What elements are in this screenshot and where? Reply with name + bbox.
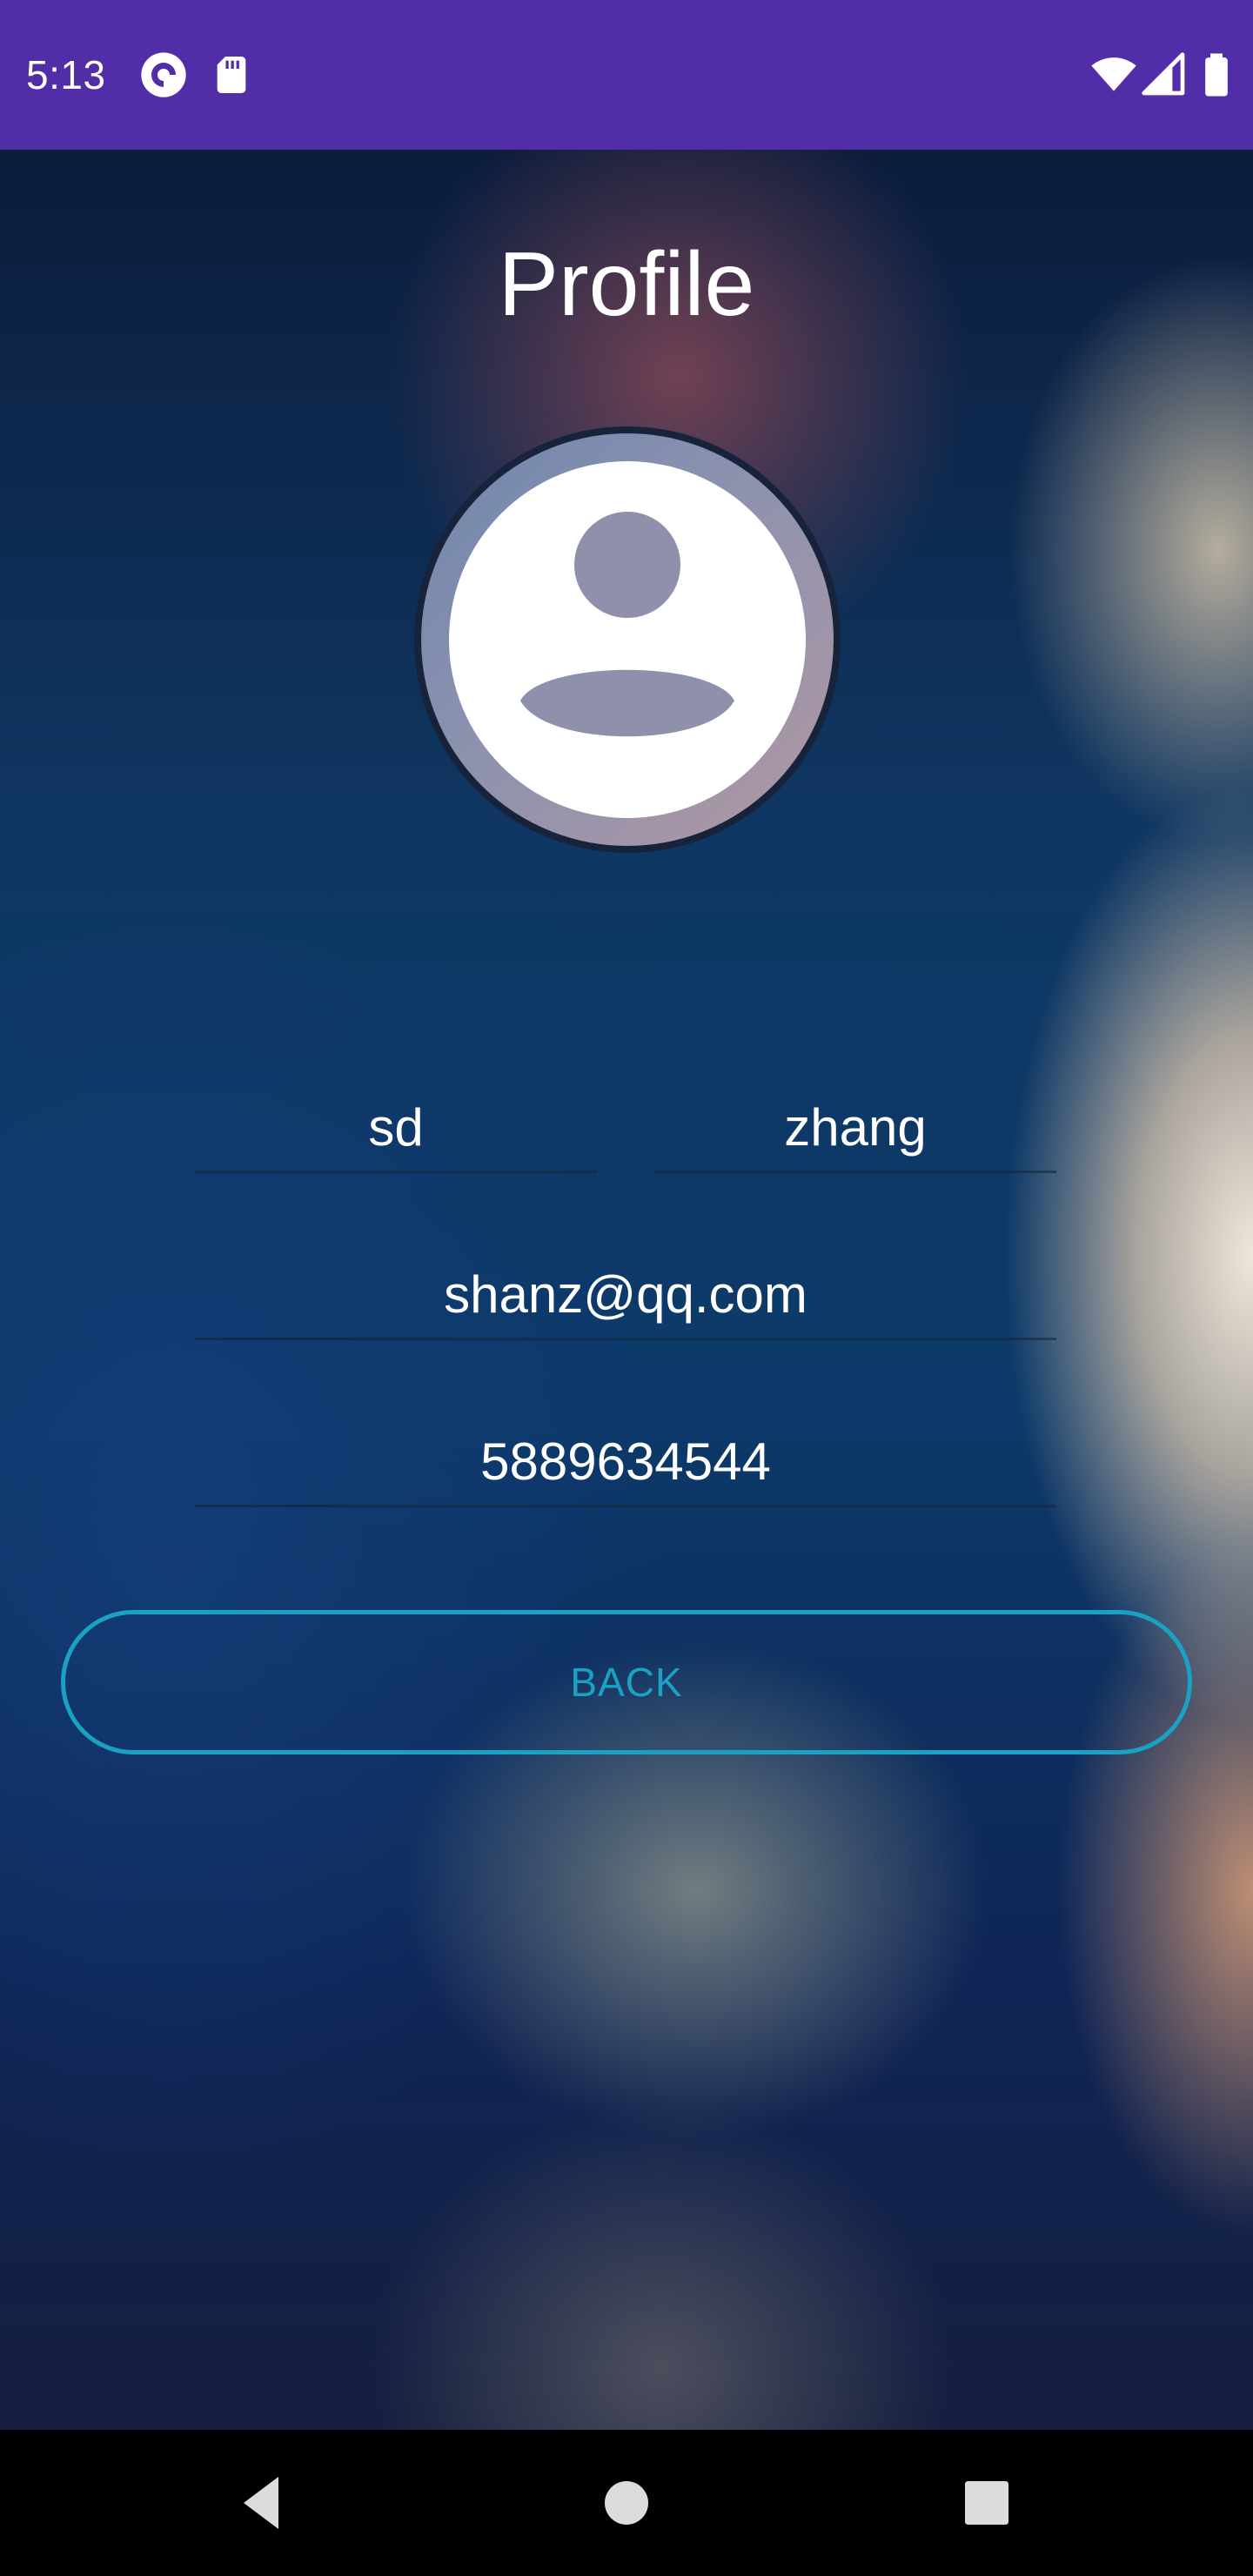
status-bar: 5:13 [0, 0, 1253, 150]
status-time: 5:13 [26, 52, 106, 97]
email-field[interactable]: shanz@qq.com [195, 1260, 1056, 1340]
recents-icon[interactable] [952, 2468, 1022, 2538]
sd-card-icon [207, 50, 256, 99]
navigation-bar [0, 2430, 1253, 2576]
last-name-field[interactable]: zhang [654, 1093, 1056, 1173]
cell-signal-icon [1140, 50, 1189, 99]
pocket-casts-icon [139, 50, 188, 99]
page-title: Profile [498, 234, 755, 335]
phone-field[interactable]: 5889634544 [195, 1427, 1056, 1507]
back-icon[interactable] [226, 2468, 296, 2538]
wifi-icon [1089, 50, 1138, 99]
profile-screen: Profile sd zhang shanz@qq.com 5889634544… [0, 150, 1253, 2430]
account-circle-icon [449, 461, 806, 818]
battery-icon [1192, 50, 1241, 99]
back-button[interactable]: BACK [61, 1610, 1192, 1754]
avatar [414, 426, 841, 853]
first-name-field[interactable]: sd [195, 1093, 597, 1173]
home-icon[interactable] [592, 2468, 661, 2538]
